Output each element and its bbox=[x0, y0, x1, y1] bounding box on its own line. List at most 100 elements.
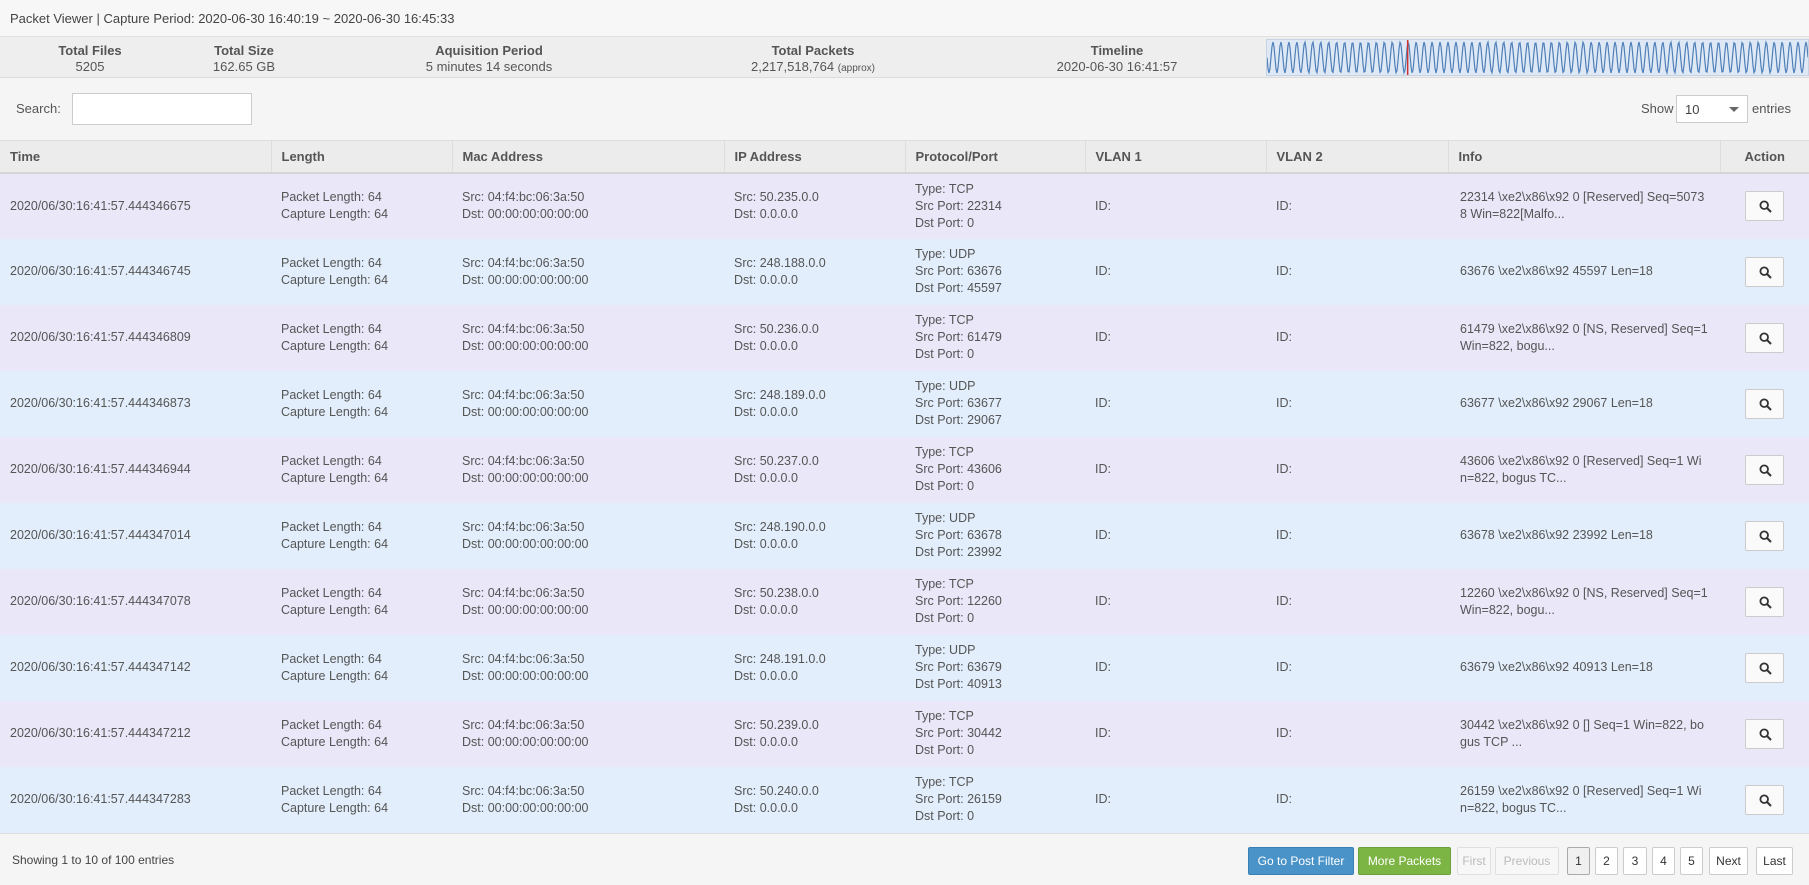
app-title: Packet Viewer bbox=[10, 11, 93, 26]
view-packet-button[interactable] bbox=[1745, 652, 1784, 683]
cell-protocol: Type: TCP Src Port: 12260 Dst Port: 0 bbox=[905, 568, 1085, 635]
cell-action bbox=[1720, 304, 1809, 371]
view-packet-button[interactable] bbox=[1745, 322, 1784, 353]
page-button-1[interactable]: 1 bbox=[1567, 846, 1590, 875]
cell-text-type: Type: UDP bbox=[915, 511, 976, 525]
cell-info: 22314 \xe2\x86\x92 0 [Reserved] Seq=5073… bbox=[1448, 172, 1720, 239]
more-packets-button[interactable]: More Packets bbox=[1358, 846, 1451, 875]
cell-action bbox=[1720, 568, 1809, 635]
cell-text-type: Type: TCP bbox=[915, 313, 974, 327]
cell-text-vlan1: ID: bbox=[1095, 792, 1111, 806]
cell-time: 2020/06/30:16:41:57.444347283 bbox=[0, 766, 271, 833]
cell-text-ip-src: Src: 248.191.0.0 bbox=[734, 651, 826, 666]
entries-label: entries bbox=[1752, 101, 1792, 116]
go-to-post-filter-button[interactable]: Go to Post Filter bbox=[1248, 846, 1354, 875]
capture-period-label: Capture Period: bbox=[103, 11, 195, 26]
cell-text-time: 2020/06/30:16:41:57.444346873 bbox=[10, 396, 191, 410]
table-row[interactable]: 2020/06/30:16:41:57.444347078 Packet Leng… bbox=[0, 568, 1809, 635]
cell-text-pkt-len: Packet Length: 64 bbox=[281, 783, 382, 798]
cell-ip: Src: 50.238.0.0 Dst: 0.0.0.0 bbox=[724, 568, 905, 635]
cell-text-dst-port: Dst Port: 40913 bbox=[915, 677, 1002, 691]
table-row[interactable]: 2020/06/30:16:41:57.444347014 Packet Leng… bbox=[0, 502, 1809, 569]
view-packet-button[interactable] bbox=[1745, 388, 1784, 419]
cell-text-ip-src: Src: 50.238.0.0 bbox=[734, 585, 819, 600]
column-header-length[interactable]: Length bbox=[271, 140, 453, 174]
cell-text-mac-dst: Dst: 00:00:00:00:00:00 bbox=[462, 800, 589, 815]
cell-text-src-port: Src Port: 26159 bbox=[915, 792, 1002, 806]
cell-action bbox=[1720, 172, 1809, 239]
cell-text-dst-port: Dst Port: 29067 bbox=[915, 413, 1002, 427]
cell-vlan1: ID: bbox=[1085, 502, 1266, 569]
cell-info: 61479 \xe2\x86\x92 0 [NS, Reserved] Seq=… bbox=[1448, 304, 1720, 371]
table-toolbar: Search: Show 10 entries bbox=[0, 78, 1809, 140]
cell-text-time: 2020/06/30:16:41:57.444346745 bbox=[10, 264, 191, 278]
table-row[interactable]: 2020/06/30:16:41:57.444346944 Packet Leng… bbox=[0, 436, 1809, 503]
cell-text-ip-dst: Dst: 0.0.0.0 bbox=[734, 470, 798, 485]
page-button-2[interactable]: 2 bbox=[1595, 846, 1618, 875]
column-header-vlan1[interactable]: VLAN 1 bbox=[1085, 140, 1267, 174]
cell-text-vlan1: ID: bbox=[1095, 660, 1111, 674]
cell-text-mac-dst: Dst: 00:00:00:00:00:00 bbox=[462, 272, 589, 287]
cell-text-mac-src: Src: 04:f4:bc:06:3a:50 bbox=[462, 783, 585, 798]
view-packet-button[interactable] bbox=[1745, 454, 1784, 485]
last-page-button[interactable]: Last bbox=[1756, 846, 1793, 875]
cell-mac: Src: 04:f4:bc:06:3a:50 Dst: 00:00:00:00:0… bbox=[452, 436, 724, 503]
cell-text-ip-dst: Dst: 0.0.0.0 bbox=[734, 207, 798, 221]
view-packet-button[interactable] bbox=[1745, 256, 1784, 287]
column-header-ip-address[interactable]: IP Address bbox=[724, 140, 906, 174]
title-bar: Packet Viewer | Capture Period: 2020-06-… bbox=[0, 0, 1809, 37]
cell-text-mac-dst: Dst: 00:00:00:00:00:00 bbox=[462, 734, 589, 749]
column-header-info[interactable]: Info bbox=[1448, 140, 1721, 174]
column-header-mac-address[interactable]: Mac Address bbox=[452, 140, 725, 174]
table-row[interactable]: 2020/06/30:16:41:57.444346745 Packet Leng… bbox=[0, 238, 1809, 305]
cell-length: Packet Length: 64 Capture Length: 64 bbox=[271, 436, 452, 503]
table-row[interactable]: 2020/06/30:16:41:57.444347142 Packet Leng… bbox=[0, 634, 1809, 701]
search-input[interactable] bbox=[72, 93, 252, 125]
page-button-4[interactable]: 4 bbox=[1652, 846, 1675, 875]
view-packet-button[interactable] bbox=[1745, 586, 1784, 617]
cell-text-mac-dst: Dst: 00:00:00:00:00:00 bbox=[462, 338, 589, 353]
cell-text-time: 2020/06/30:16:41:57.444347078 bbox=[10, 594, 191, 608]
view-packet-button[interactable] bbox=[1745, 520, 1784, 551]
first-page-button[interactable]: First bbox=[1457, 846, 1491, 875]
column-header-protocol-port[interactable]: Protocol/Port bbox=[905, 140, 1086, 174]
cell-text-pkt-len: Packet Length: 64 bbox=[281, 255, 382, 270]
view-packet-button[interactable] bbox=[1745, 784, 1784, 815]
cell-text-ip-src: Src: 50.239.0.0 bbox=[734, 717, 819, 732]
next-page-button[interactable]: Next bbox=[1709, 846, 1748, 875]
cell-time: 2020/06/30:16:41:57.444346944 bbox=[0, 436, 271, 503]
cell-text-ip-src: Src: 248.188.0.0 bbox=[734, 255, 826, 270]
column-header-time[interactable]: Time bbox=[0, 140, 272, 174]
timeline-chart[interactable] bbox=[1266, 39, 1809, 76]
cell-protocol: Type: UDP Src Port: 63679 Dst Port: 40913 bbox=[905, 634, 1085, 701]
table-row[interactable]: 2020/06/30:16:41:57.444347283 Packet Leng… bbox=[0, 766, 1809, 833]
previous-page-button[interactable]: Previous bbox=[1495, 846, 1559, 875]
cell-time: 2020/06/30:16:41:57.444346745 bbox=[0, 238, 271, 305]
cell-text-mac-dst: Dst: 00:00:00:00:00:00 bbox=[462, 404, 589, 419]
cell-vlan1: ID: bbox=[1085, 304, 1266, 371]
table-row[interactable]: 2020/06/30:16:41:57.444346675 Packet Leng… bbox=[0, 172, 1809, 239]
cell-time: 2020/06/30:16:41:57.444347142 bbox=[0, 634, 271, 701]
search-icon bbox=[1759, 265, 1772, 279]
cell-text-info: 63677 \xe2\x86\x92 29067 Len=18 bbox=[1460, 396, 1653, 410]
cell-text-type: Type: TCP bbox=[915, 445, 974, 459]
stat-total-files: Total Files 5205 bbox=[58, 43, 122, 74]
cell-text-vlan1: ID: bbox=[1095, 528, 1111, 542]
view-packet-button[interactable] bbox=[1745, 191, 1784, 221]
cell-text-dst-port: Dst Port: 45597 bbox=[915, 281, 1002, 295]
total-packets-note: (approx) bbox=[837, 63, 875, 74]
column-header-vlan2[interactable]: VLAN 2 bbox=[1266, 140, 1449, 174]
cell-text-vlan1: ID: bbox=[1095, 330, 1111, 344]
cell-text-cap-len: Capture Length: 64 bbox=[281, 536, 389, 551]
table-row[interactable]: 2020/06/30:16:41:57.444346809 Packet Leng… bbox=[0, 304, 1809, 371]
cell-time: 2020/06/30:16:41:57.444346809 bbox=[0, 304, 271, 371]
cell-text-info: 26159 \xe2\x86\x92 0 [Reserved] Seq=1 Wi… bbox=[1460, 783, 1702, 815]
cell-text-ip-dst: Dst: 0.0.0.0 bbox=[734, 272, 798, 287]
page-button-3[interactable]: 3 bbox=[1623, 846, 1647, 875]
page-button-5[interactable]: 5 bbox=[1680, 846, 1703, 875]
view-packet-button[interactable] bbox=[1745, 718, 1784, 749]
page-size-select[interactable]: 10 bbox=[1676, 95, 1748, 123]
table-row[interactable]: 2020/06/30:16:41:57.444346873 Packet Leng… bbox=[0, 370, 1809, 437]
table-row[interactable]: 2020/06/30:16:41:57.444347212 Packet Leng… bbox=[0, 700, 1809, 767]
cell-text-mac-src: Src: 04:f4:bc:06:3a:50 bbox=[462, 255, 585, 270]
